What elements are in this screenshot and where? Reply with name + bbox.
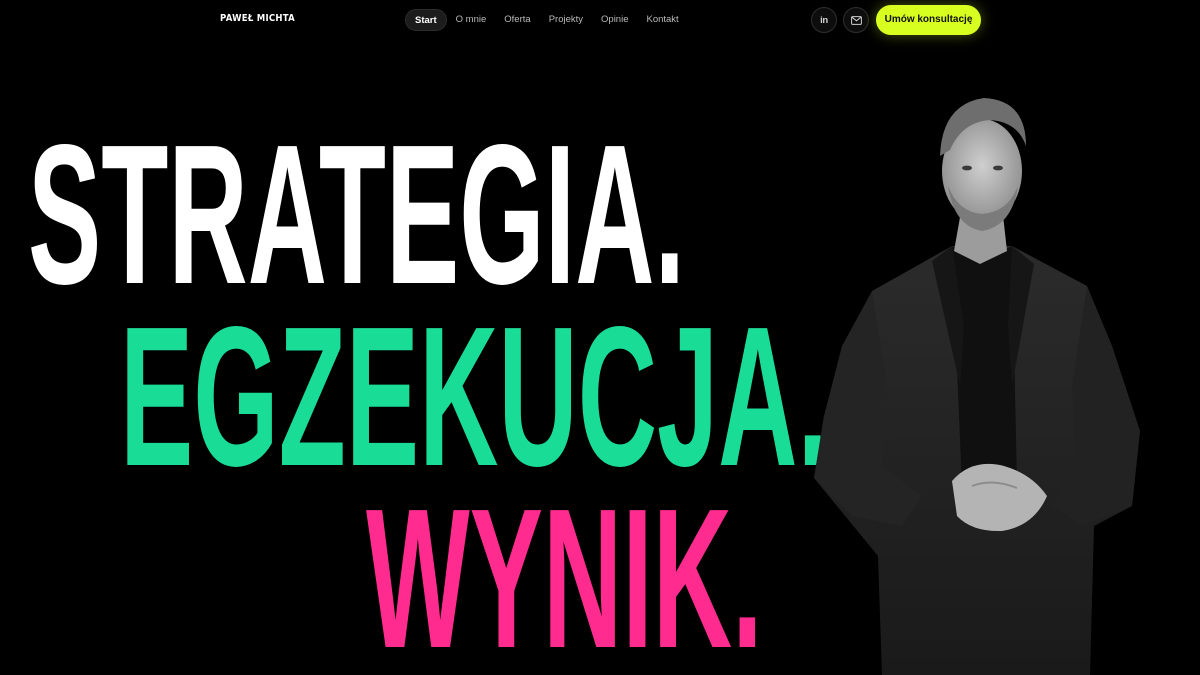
nav-item-kontakt[interactable]: Kontakt bbox=[637, 9, 687, 31]
portrait-photo bbox=[814, 98, 1140, 675]
brand-logo[interactable]: PAWEŁ MICHTA bbox=[220, 13, 295, 24]
hero-headline-wynik: WYNIK. bbox=[366, 468, 763, 675]
top-navigation: PAWEŁ MICHTA Start O mnie Oferta Projekt… bbox=[0, 0, 1200, 40]
nav-item-opinie[interactable]: Opinie bbox=[592, 9, 637, 31]
main-menu: Start O mnie Oferta Projekty Opinie Kont… bbox=[405, 9, 688, 31]
book-consultation-button[interactable]: Umów konsultację bbox=[876, 5, 981, 35]
mail-icon bbox=[850, 15, 862, 25]
nav-item-start[interactable]: Start bbox=[405, 9, 447, 31]
linkedin-icon: in bbox=[820, 14, 828, 26]
email-button[interactable] bbox=[843, 7, 869, 33]
nav-item-o-mnie[interactable]: O mnie bbox=[447, 9, 496, 31]
nav-item-projekty[interactable]: Projekty bbox=[540, 9, 592, 31]
linkedin-button[interactable]: in bbox=[811, 7, 837, 33]
nav-item-oferta[interactable]: Oferta bbox=[495, 9, 539, 31]
